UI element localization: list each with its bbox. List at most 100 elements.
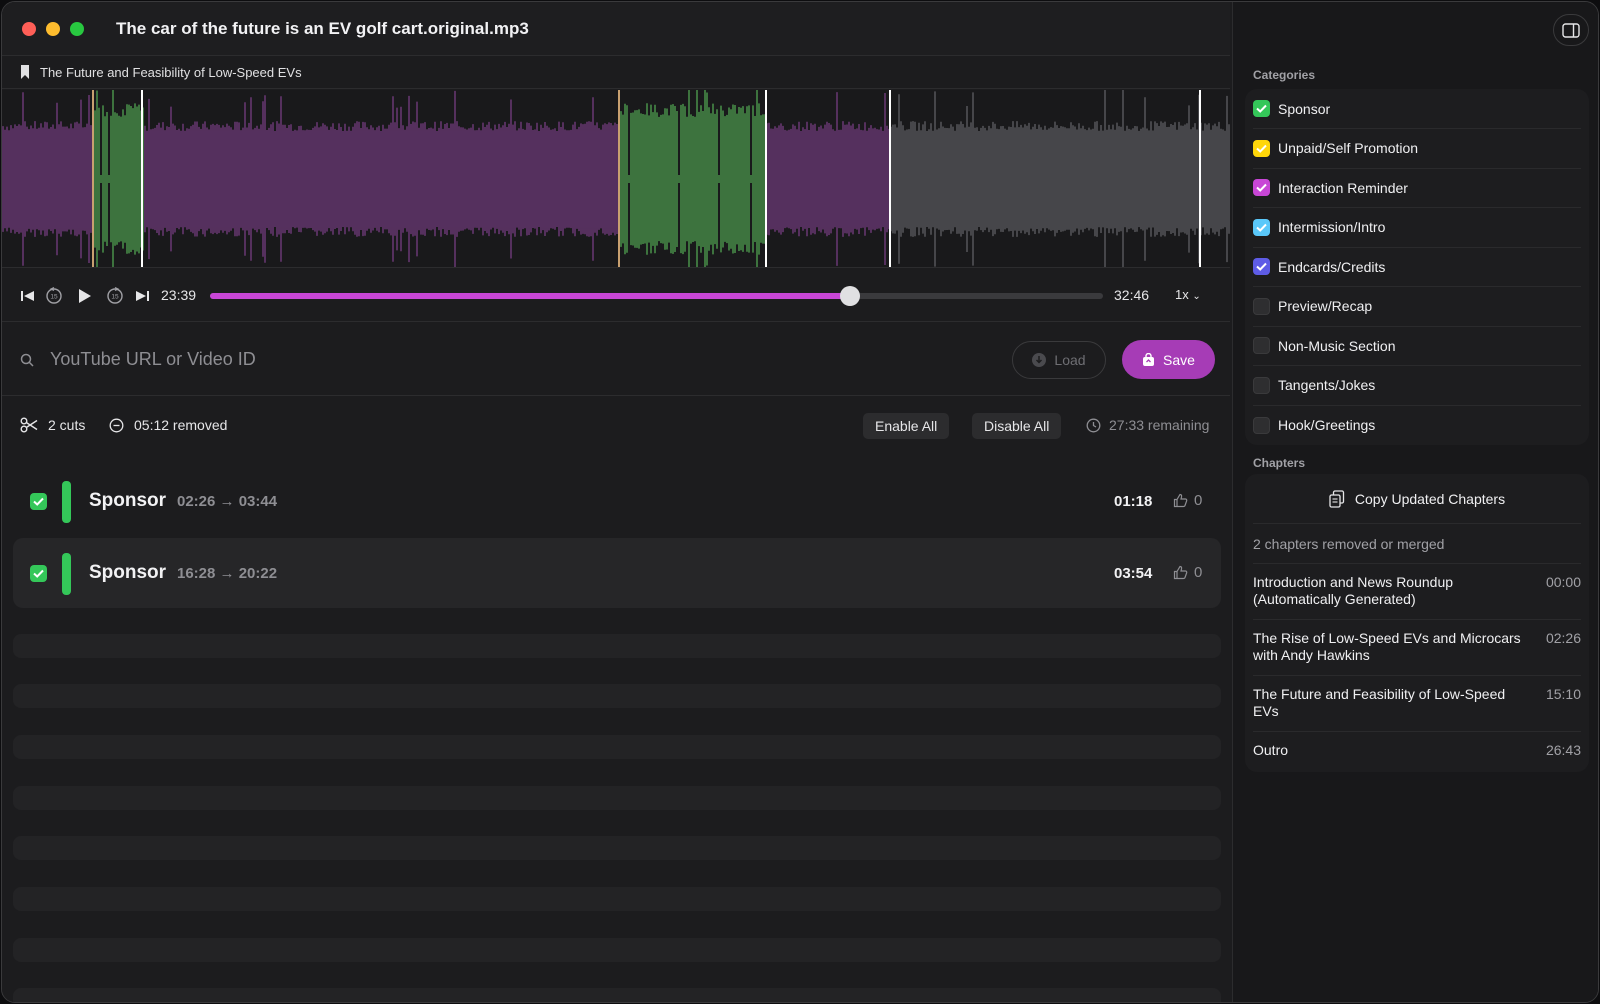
progress-fill (210, 293, 851, 299)
segment-enabled-checkbox[interactable] (30, 565, 47, 582)
svg-text:15: 15 (111, 294, 119, 301)
cuts-summary: 2 cuts 05:12 removed Enable All Disable … (2, 397, 1230, 453)
segment-category-color-bar (62, 553, 71, 595)
category-checkbox[interactable] (1253, 416, 1270, 434)
url-bar: Load Save (2, 324, 1230, 396)
segment-category: Sponsor (89, 490, 167, 511)
app-window: The car of the future is an EV golf cart… (1, 1, 1599, 1003)
category-item[interactable]: Non-Music Section (1253, 326, 1581, 366)
chapter-item[interactable]: Outro 26:43 (1253, 732, 1581, 772)
svg-text:15: 15 (50, 294, 58, 301)
segment-start: 02:26 (177, 493, 216, 510)
forward-15-icon[interactable]: 15 (105, 286, 125, 306)
progress-knob[interactable] (840, 286, 861, 306)
category-item[interactable]: Hook/Greetings (1253, 405, 1581, 445)
category-checkbox[interactable] (1253, 297, 1270, 315)
speed-value: 1x (1175, 287, 1189, 302)
zoom-window-button[interactable] (70, 22, 84, 36)
category-checkbox[interactable] (1253, 376, 1270, 394)
placeholder-row (13, 938, 1221, 962)
waveform-canvas[interactable] (2, 90, 1230, 268)
segment-range: 02:26 → 03:44 (177, 493, 277, 510)
category-label: Sponsor (1278, 100, 1331, 117)
categories-list: Sponsor Unpaid/Self Promotion Interaction … (1245, 89, 1589, 445)
category-label: Interaction Reminder (1278, 179, 1408, 196)
transport-controls: 15 15 23:39 32:46 1x ⌄ (2, 270, 1230, 322)
title-bar: The car of the future is an EV golf cart… (2, 2, 1230, 56)
segment-category: Sponsor (89, 562, 167, 583)
placeholder-row (13, 887, 1221, 911)
category-item[interactable]: Intermission/Intro (1253, 208, 1581, 248)
category-item[interactable]: Endcards/Credits (1253, 247, 1581, 287)
category-label: Preview/Recap (1278, 298, 1373, 314)
segment-end: 03:44 (238, 493, 278, 510)
category-item[interactable]: Sponsor (1253, 89, 1581, 129)
chapter-item[interactable]: The Rise of Low-Speed EVs and Microcars … (1253, 620, 1581, 676)
load-button-label: Load (1054, 352, 1086, 368)
category-item[interactable]: Tangents/Jokes (1253, 366, 1581, 406)
segment-category-color-bar (62, 481, 71, 523)
category-checkbox[interactable] (1253, 258, 1270, 275)
category-checkbox[interactable] (1253, 337, 1270, 354)
remaining-time-label: 27:33 remaining (1109, 417, 1210, 433)
enable-all-button[interactable]: Enable All (863, 413, 950, 439)
category-label: Non-Music Section (1278, 337, 1396, 354)
chapter-item[interactable]: The Future and Feasibility of Low-Speed … (1253, 676, 1581, 732)
categories-heading: Categories (1253, 68, 1316, 82)
segment-vote-count: 0 (1194, 492, 1203, 509)
thumbs-up-icon (1173, 493, 1188, 508)
placeholder-row (13, 634, 1221, 658)
removed-duration-label: 05:12 removed (134, 417, 228, 433)
skip-to-end-icon[interactable] (132, 286, 152, 306)
segment-row[interactable]: Sponsor 02:26 → 03:44 01:18 0 (13, 466, 1221, 536)
chapter-title: The Rise of Low-Speed EVs and Microcars … (1253, 630, 1521, 663)
url-input[interactable] (50, 344, 950, 374)
category-item[interactable]: Interaction Reminder (1253, 168, 1581, 208)
category-item[interactable]: Preview/Recap (1253, 287, 1581, 327)
minimize-window-button[interactable] (46, 22, 60, 36)
placeholder-row (13, 684, 1221, 708)
segment-vote-button[interactable]: 0 (1173, 492, 1202, 509)
copy-chapters-label: Copy Updated Chapters (1354, 490, 1506, 507)
search-icon (20, 353, 34, 367)
placeholder-row (13, 735, 1221, 759)
segment-row[interactable]: Sponsor 16:28 → 20:22 03:54 0 (13, 538, 1221, 608)
segment-vote-button[interactable]: 0 (1173, 564, 1202, 581)
category-checkbox[interactable] (1253, 139, 1270, 157)
segment-enabled-checkbox[interactable] (30, 493, 47, 510)
checkmark-icon (1256, 262, 1267, 271)
disable-all-button[interactable]: Disable All (972, 413, 1062, 439)
placeholder-row (13, 836, 1221, 860)
category-label: Tangents/Jokes (1278, 377, 1376, 393)
checkmark-icon (33, 569, 44, 578)
copy-chapters-button[interactable]: Copy Updated Chapters (1253, 474, 1581, 524)
waveform-gray-bars (890, 90, 1230, 267)
play-icon[interactable] (74, 286, 94, 306)
waveform-purple-bars (2, 90, 890, 267)
load-button[interactable]: Load (1012, 341, 1106, 379)
category-checkbox[interactable] (1253, 218, 1270, 236)
arrow-right-icon: → (219, 493, 239, 510)
category-item[interactable]: Unpaid/Self Promotion (1253, 129, 1581, 169)
removed-duration: 05:12 removed (109, 417, 227, 433)
save-button-label: Save (1163, 351, 1195, 368)
chapter-item[interactable]: Introduction and News Roundup (Automatic… (1253, 564, 1581, 620)
audio-waveform[interactable] (2, 90, 1230, 268)
rewind-15-icon[interactable]: 15 (44, 286, 64, 306)
save-button[interactable]: Save (1122, 340, 1215, 379)
chapters-heading: Chapters (1253, 456, 1306, 470)
category-checkbox[interactable] (1253, 100, 1270, 117)
toggle-sidebar-button[interactable] (1553, 14, 1589, 46)
chapter-time: 00:00 (1545, 574, 1581, 590)
checkmark-icon (1256, 104, 1267, 113)
checkmark-icon (1256, 144, 1267, 153)
progress-slider[interactable] (210, 286, 1103, 306)
speed-selector[interactable]: 1x ⌄ (1175, 287, 1201, 302)
skip-to-start-icon[interactable] (18, 286, 38, 306)
segment-vote-count: 0 (1194, 564, 1203, 581)
copy-document-icon (1329, 489, 1345, 508)
close-window-button[interactable] (22, 22, 36, 36)
checkmark-icon (1256, 183, 1267, 192)
category-checkbox[interactable] (1253, 179, 1270, 196)
category-label: Hook/Greetings (1278, 417, 1376, 433)
